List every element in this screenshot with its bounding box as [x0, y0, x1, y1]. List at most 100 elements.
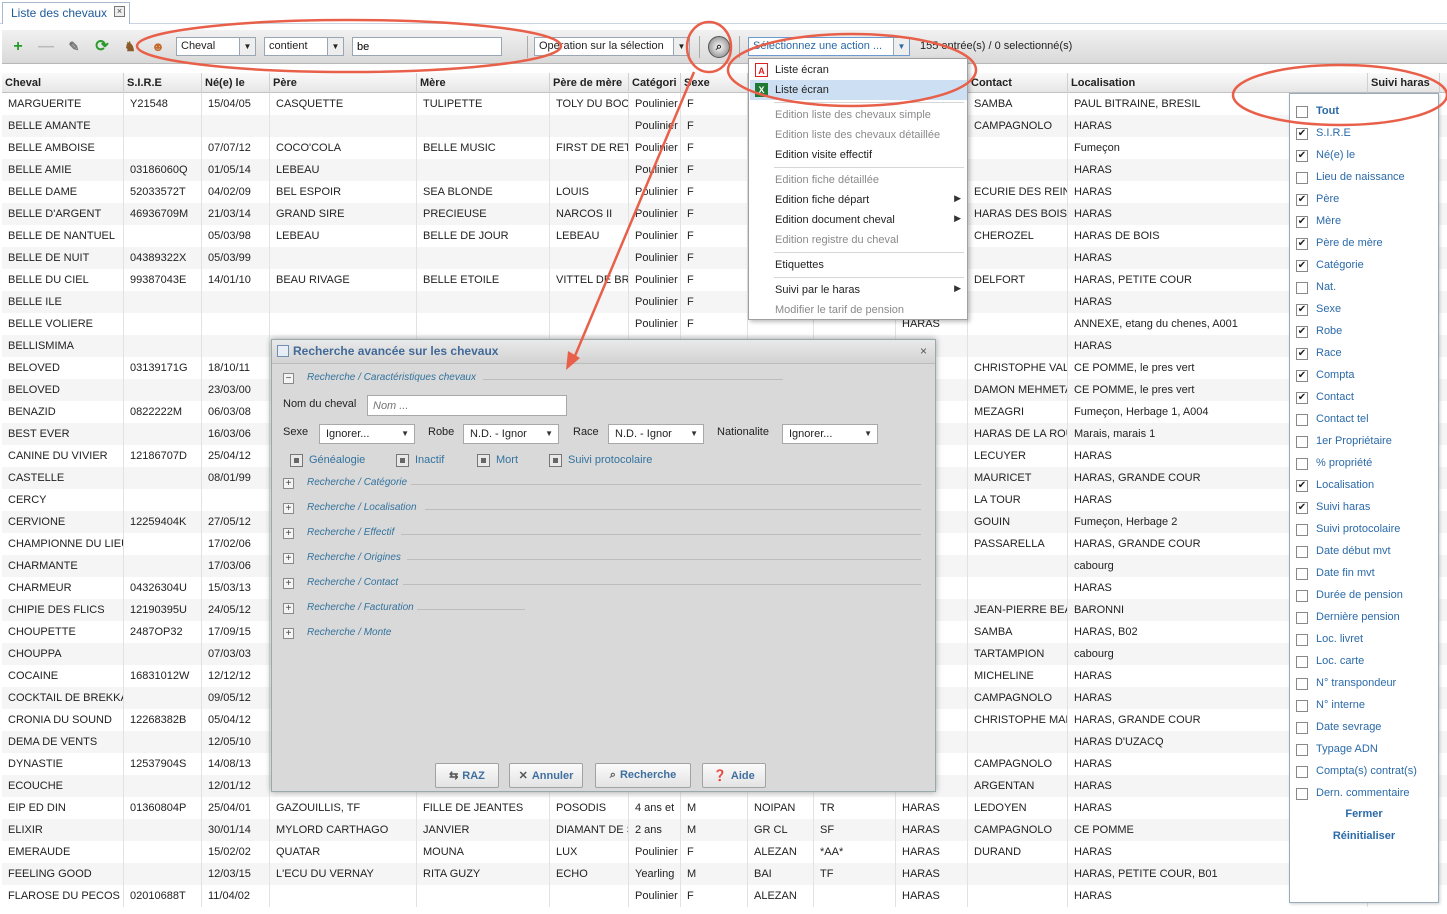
- section-monte[interactable]: + Recherche / Monte: [283, 627, 923, 643]
- column-option[interactable]: % propriété: [1296, 455, 1436, 475]
- section-localisation[interactable]: + Recherche / Localisation: [283, 502, 923, 518]
- menu-item-etiquettes[interactable]: Etiquettes: [750, 255, 967, 275]
- race-select[interactable]: N.D. - Ignor ▼: [608, 424, 704, 444]
- table-row[interactable]: BELLE AMBOISE 07/07/12 COCO'COLA BELLE MUSI…: [2, 137, 1447, 159]
- annuler-button[interactable]: ✕ Annuler: [509, 763, 583, 788]
- checkbox-icon[interactable]: [1296, 568, 1308, 580]
- col-sexe[interactable]: Sexe: [681, 73, 748, 93]
- column-option[interactable]: ✔ Père: [1296, 191, 1436, 211]
- column-option[interactable]: ✔ Race: [1296, 345, 1436, 365]
- col-sire[interactable]: S.I.R.E: [124, 73, 202, 93]
- aide-button[interactable]: ❓ Aide: [702, 763, 766, 788]
- column-option[interactable]: Dern. commentaire: [1296, 785, 1436, 805]
- close-button[interactable]: Fermer: [1290, 808, 1438, 820]
- column-option[interactable]: 1er Propriétaire: [1296, 433, 1436, 453]
- checkbox-icon[interactable]: [1296, 634, 1308, 646]
- column-option[interactable]: N° interne: [1296, 697, 1436, 717]
- menu-item-liste-ecran-excel[interactable]: X Liste écran: [750, 80, 967, 100]
- col-categorie[interactable]: Catégori: [629, 73, 681, 93]
- menu-item-edition-liste-simple[interactable]: Edition liste des chevaux simple: [750, 105, 967, 125]
- checkbox-checked-icon[interactable]: ✔: [1296, 238, 1308, 250]
- checkbox-checked-icon[interactable]: ✔: [1296, 194, 1308, 206]
- checkbox-icon[interactable]: [1296, 546, 1308, 558]
- checkbox-icon[interactable]: [1296, 700, 1308, 712]
- col-localisation[interactable]: Localisation: [1068, 73, 1368, 93]
- checkbox-icon[interactable]: [1296, 766, 1308, 778]
- checkbox-icon[interactable]: [1296, 524, 1308, 536]
- collapse-icon[interactable]: −: [283, 373, 294, 384]
- checkbox-icon[interactable]: [1296, 282, 1308, 294]
- close-icon[interactable]: ×: [114, 6, 126, 17]
- reset-button[interactable]: Réinitialiser: [1290, 830, 1438, 842]
- column-option[interactable]: Suivi protocolaire: [1296, 521, 1436, 541]
- checkbox-icon[interactable]: [1296, 612, 1308, 624]
- table-row[interactable]: BELLE ILE Poulinier F HARAS: [2, 291, 1447, 313]
- add-icon[interactable]: +: [8, 37, 28, 57]
- col-pere[interactable]: Père: [270, 73, 417, 93]
- expand-icon[interactable]: +: [283, 528, 294, 539]
- checkbox-icon[interactable]: [1296, 656, 1308, 668]
- table-row[interactable]: ELIXIR 30/01/14 MYLORD CARTHAGO JANVIER DIAM…: [2, 819, 1447, 841]
- menu-item-modifier-tarif[interactable]: Modifier le tarif de pension: [750, 300, 967, 320]
- table-row[interactable]: EIP ED DIN 01360804P 25/04/01 GAZOUILLIS, T…: [2, 797, 1447, 819]
- refresh-icon[interactable]: ⟳: [92, 37, 112, 57]
- col-mere[interactable]: Mère: [417, 73, 550, 93]
- column-option[interactable]: ✔ Catégorie: [1296, 257, 1436, 277]
- section-effectif[interactable]: + Recherche / Effectif: [283, 527, 923, 543]
- advanced-search-icon[interactable]: ⌕: [708, 36, 730, 58]
- search-operator-select[interactable]: contient ▼: [264, 37, 344, 56]
- expand-icon[interactable]: +: [283, 478, 294, 489]
- column-option[interactable]: Date début mvt: [1296, 543, 1436, 563]
- expand-icon[interactable]: +: [283, 503, 294, 514]
- checkbox-checked-icon[interactable]: ✔: [1296, 216, 1308, 228]
- menu-item-edition-registre[interactable]: Edition registre du cheval: [750, 230, 967, 250]
- table-row[interactable]: FEELING GOOD 12/03/15 L'ECU DU VERNAY RITA …: [2, 863, 1447, 885]
- checkbox-checked-icon[interactable]: ✔: [1296, 502, 1308, 514]
- raz-button[interactable]: ⇆ RAZ: [435, 763, 499, 788]
- section-contact[interactable]: + Recherche / Contact: [283, 577, 923, 593]
- table-row[interactable]: FLAROSE DU PECOS 02010688T 11/04/02 Poulini…: [2, 885, 1447, 907]
- column-option[interactable]: ✔ Mère: [1296, 213, 1436, 233]
- column-option[interactable]: Dernière pension: [1296, 609, 1436, 629]
- table-row[interactable]: BELLE D'ARGENT 46936709M 21/03/14 GRAND SIR…: [2, 203, 1447, 225]
- checkbox-checked-icon[interactable]: ✔: [1296, 392, 1308, 404]
- expand-icon[interactable]: +: [283, 553, 294, 564]
- nationalite-select[interactable]: Ignorer... ▼: [782, 424, 878, 444]
- column-option[interactable]: ✔ S.I.R.E: [1296, 125, 1436, 145]
- table-row[interactable]: EMERAUDE 15/02/02 QUATAR MOUNA LUX Poulinier F…: [2, 841, 1447, 863]
- search-field-select[interactable]: Cheval ▼: [176, 37, 256, 56]
- expand-icon[interactable]: +: [283, 603, 294, 614]
- column-option[interactable]: Contact tel: [1296, 411, 1436, 431]
- horse-icon[interactable]: ♞: [120, 37, 140, 57]
- col-suivi-haras[interactable]: Suivi haras: [1368, 73, 1440, 93]
- column-option[interactable]: Lieu de naissance: [1296, 169, 1436, 189]
- column-option[interactable]: ✔ Robe: [1296, 323, 1436, 343]
- column-option[interactable]: ✔ Sexe: [1296, 301, 1436, 321]
- menu-item-edition-document-cheval[interactable]: Edition document cheval ▶: [750, 210, 967, 230]
- column-option[interactable]: Typage ADN: [1296, 741, 1436, 761]
- table-row[interactable]: BELLE AMIE 03186060Q 01/05/14 LEBEAU Poulini…: [2, 159, 1447, 181]
- section-origines[interactable]: + Recherche / Origines: [283, 552, 923, 568]
- tab-liste-chevaux[interactable]: Liste des chevaux ×: [2, 2, 131, 24]
- col-cheval[interactable]: Cheval: [2, 73, 124, 93]
- checkbox-icon[interactable]: [1296, 106, 1308, 118]
- column-option[interactable]: Tout: [1296, 103, 1436, 123]
- column-option[interactable]: ✔ Suivi haras: [1296, 499, 1436, 519]
- section-categorie[interactable]: + Recherche / Catégorie: [283, 477, 923, 493]
- checkbox-checked-icon[interactable]: ✔: [1296, 480, 1308, 492]
- checkbox-checked-icon[interactable]: ✔: [1296, 370, 1308, 382]
- checkbox-checked-icon[interactable]: ✔: [1296, 260, 1308, 272]
- table-row[interactable]: BELLE DAME 52033572T 04/02/09 BEL ESPOIR SEA…: [2, 181, 1447, 203]
- checkbox-checked-icon[interactable]: ✔: [1296, 150, 1308, 162]
- checkbox-icon[interactable]: [1296, 744, 1308, 756]
- checkbox-icon[interactable]: [1296, 436, 1308, 448]
- nom-input[interactable]: [367, 395, 567, 416]
- robe-select[interactable]: N.D. - Ignor ▼: [463, 424, 559, 444]
- menu-item-liste-ecran-pdf[interactable]: A Liste écran: [750, 60, 967, 80]
- column-option[interactable]: ✔ Père de mère: [1296, 235, 1436, 255]
- column-option[interactable]: ✔ Localisation: [1296, 477, 1436, 497]
- menu-item-suivi-haras[interactable]: Suivi par le haras ▶: [750, 280, 967, 300]
- menu-item-edition-visite-effectif[interactable]: Edition visite effectif: [750, 145, 967, 165]
- checkbox-icon[interactable]: [1296, 678, 1308, 690]
- column-option[interactable]: Durée de pension: [1296, 587, 1436, 607]
